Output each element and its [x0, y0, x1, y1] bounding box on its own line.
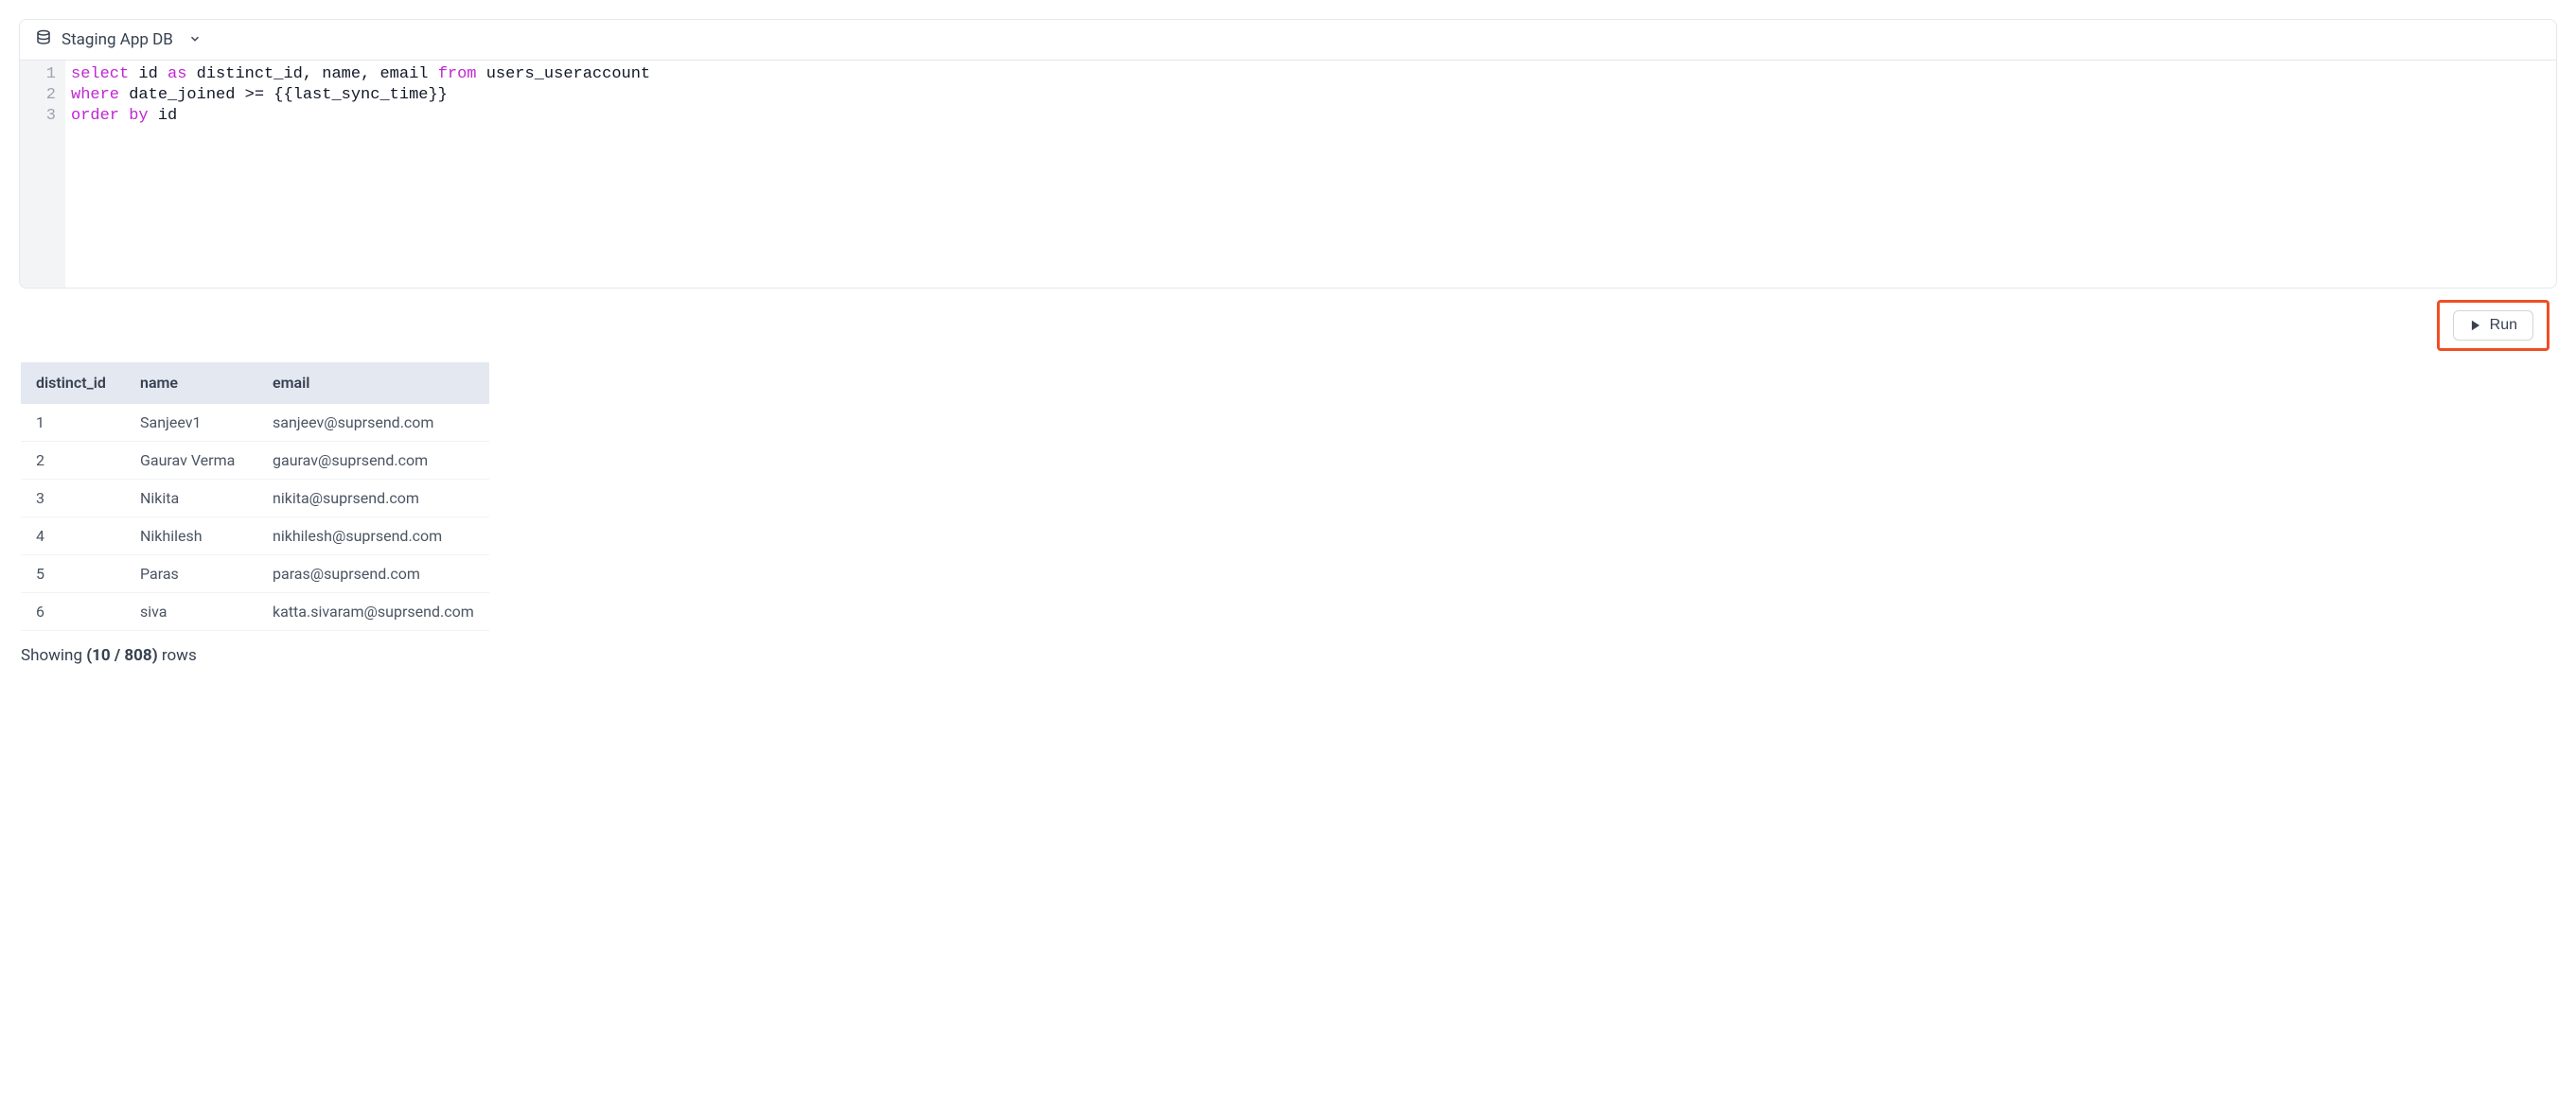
line-number: 2	[37, 85, 56, 106]
run-button-label: Run	[2490, 317, 2517, 334]
run-highlight-box: Run	[2437, 300, 2550, 351]
table-header-row: distinct_idnameemail	[21, 362, 489, 404]
table-cell: Gaurav Verma	[125, 442, 257, 480]
results-area: distinct_idnameemail 1Sanjeev1sanjeev@su…	[19, 355, 2557, 631]
table-cell: Paras	[125, 555, 257, 593]
keyword-token: select	[71, 65, 129, 83]
column-header[interactable]: distinct_id	[21, 362, 125, 404]
table-row[interactable]: 4Nikhileshnikhilesh@suprsend.com	[21, 517, 489, 555]
text-token: date_joined >= {{last_sync_time}}	[119, 86, 448, 104]
line-number: 1	[37, 64, 56, 85]
run-bar: Run	[19, 289, 2557, 355]
code-line[interactable]: order by id	[71, 106, 2550, 127]
table-cell: 1	[21, 404, 125, 442]
table-cell: 6	[21, 593, 125, 631]
table-cell: 3	[21, 480, 125, 517]
table-cell: siva	[125, 593, 257, 631]
run-button[interactable]: Run	[2453, 310, 2533, 341]
table-row[interactable]: 2Gaurav Vermagaurav@suprsend.com	[21, 442, 489, 480]
table-cell: 4	[21, 517, 125, 555]
sql-editor[interactable]: 123 select id as distinct_id, name, emai…	[20, 61, 2556, 288]
table-cell: 2	[21, 442, 125, 480]
database-icon	[35, 29, 52, 50]
query-panel: Staging App DB 123 select id as distinct…	[19, 19, 2557, 289]
play-icon	[2469, 319, 2482, 332]
table-row[interactable]: 6sivakatta.sivaram@suprsend.com	[21, 593, 489, 631]
results-table: distinct_idnameemail 1Sanjeev1sanjeev@su…	[21, 362, 489, 631]
table-cell: 5	[21, 555, 125, 593]
text-token: users_useraccount	[477, 65, 651, 83]
editor-gutter: 123	[20, 61, 65, 288]
footer-count: (10 / 808)	[86, 646, 157, 665]
keyword-token: where	[71, 86, 119, 104]
table-cell: nikhilesh@suprsend.com	[257, 517, 489, 555]
table-cell: Sanjeev1	[125, 404, 257, 442]
line-number: 3	[37, 106, 56, 127]
table-cell: paras@suprsend.com	[257, 555, 489, 593]
table-cell: Nikhilesh	[125, 517, 257, 555]
table-row[interactable]: 3Nikitanikita@suprsend.com	[21, 480, 489, 517]
footer-suffix: rows	[158, 646, 197, 665]
table-cell: Nikita	[125, 480, 257, 517]
db-selector[interactable]: Staging App DB	[20, 20, 2556, 61]
results-footer: Showing (10 / 808) rows	[19, 631, 2557, 665]
column-header[interactable]: name	[125, 362, 257, 404]
table-cell: gaurav@suprsend.com	[257, 442, 489, 480]
db-name: Staging App DB	[62, 30, 173, 49]
table-row[interactable]: 1Sanjeev1sanjeev@suprsend.com	[21, 404, 489, 442]
table-row[interactable]: 5Parasparas@suprsend.com	[21, 555, 489, 593]
chevron-down-icon	[188, 31, 202, 49]
code-line[interactable]: where date_joined >= {{last_sync_time}}	[71, 85, 2550, 106]
keyword-token: from	[438, 65, 477, 83]
table-body: 1Sanjeev1sanjeev@suprsend.com2Gaurav Ver…	[21, 404, 489, 631]
table-cell: nikita@suprsend.com	[257, 480, 489, 517]
footer-prefix: Showing	[21, 646, 86, 665]
code-line[interactable]: select id as distinct_id, name, email fr…	[71, 64, 2550, 85]
keyword-token: as	[168, 65, 186, 83]
table-cell: katta.sivaram@suprsend.com	[257, 593, 489, 631]
text-token: id	[149, 107, 178, 125]
text-token: id	[129, 65, 168, 83]
text-token: distinct_id, name, email	[186, 65, 437, 83]
editor-code[interactable]: select id as distinct_id, name, email fr…	[65, 61, 2556, 288]
column-header[interactable]: email	[257, 362, 489, 404]
keyword-token: order by	[71, 107, 149, 125]
table-cell: sanjeev@suprsend.com	[257, 404, 489, 442]
